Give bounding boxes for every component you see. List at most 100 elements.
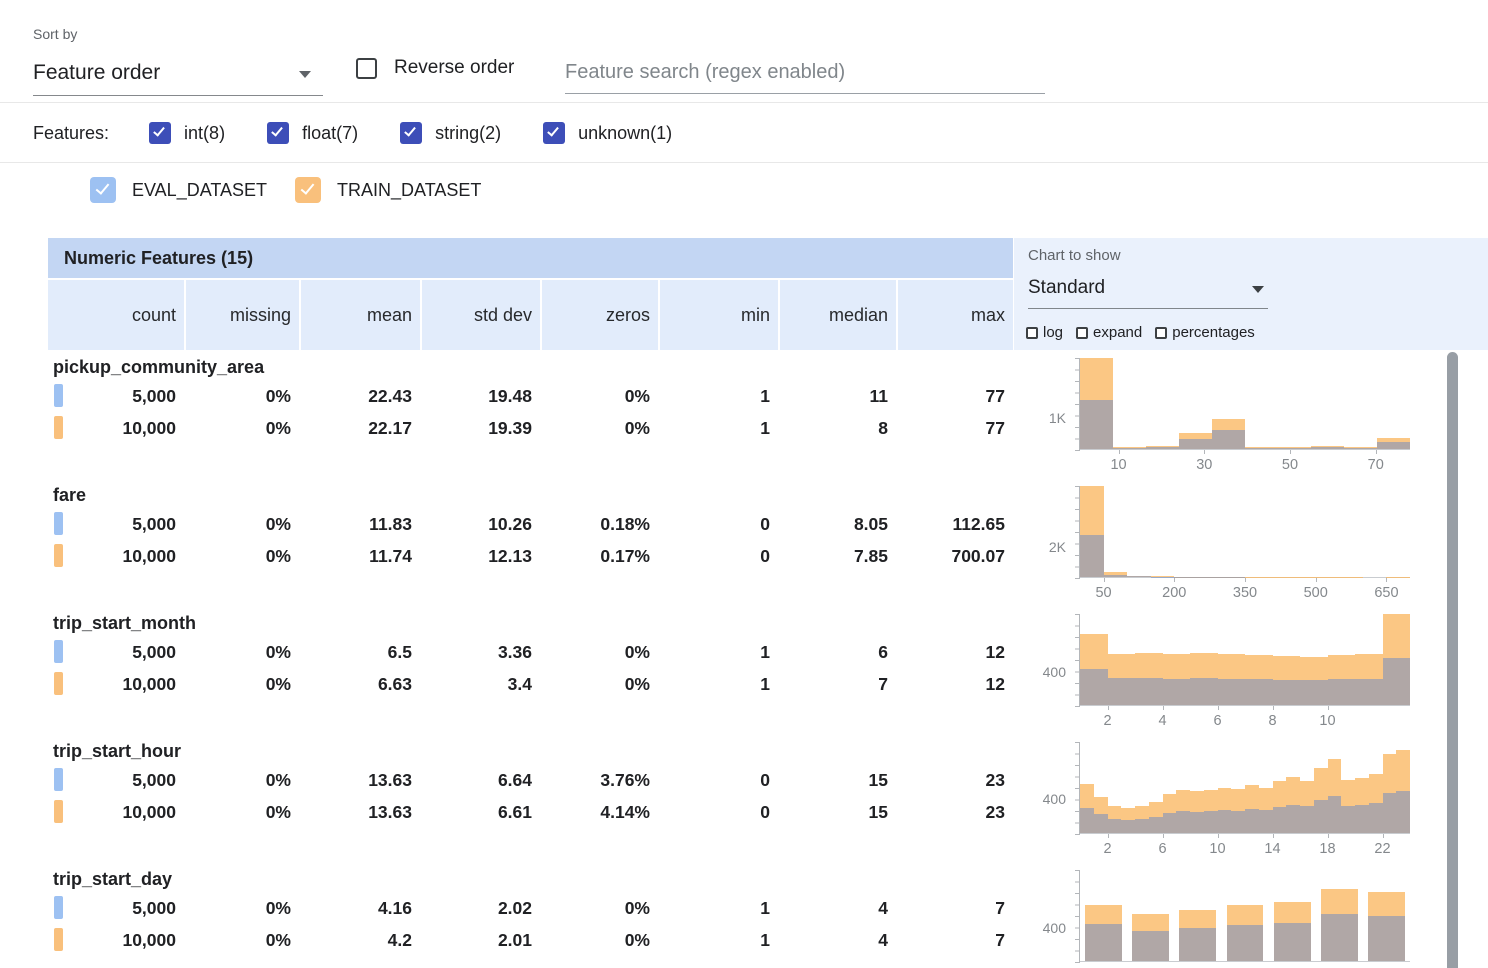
sort-by-dropdown[interactable]: Feature order [33, 54, 323, 96]
cell-max: 7 [896, 892, 1013, 924]
chart-option-expand[interactable]: expand [1076, 324, 1142, 341]
x-axis-tick-label: 10 [1319, 713, 1335, 729]
stat-value: 12 [986, 642, 1005, 663]
histogram-bar [1396, 791, 1410, 833]
stat-value: 112.65 [952, 514, 1005, 535]
stat-value: 4.16 [378, 898, 412, 919]
cell-min: 1 [658, 636, 778, 668]
histogram-bar [1108, 819, 1122, 833]
x-axis-tick-label: 18 [1319, 841, 1335, 857]
cell-missing: 0% [184, 796, 299, 828]
dataset-toggle-eval[interactable]: EVAL_DATASET [90, 177, 267, 203]
stat-row-eval: 5,0000%22.4319.480%11177 [48, 380, 1013, 412]
histogram-trip_start_day: 400 [1014, 862, 1460, 968]
column-header-count: count [48, 280, 184, 350]
cell-count: 5,000 [48, 380, 184, 412]
feature-block-fare: fare5,0000%11.8310.260.18%08.05112.6510,… [48, 478, 1013, 606]
cell-mean: 6.5 [299, 636, 420, 668]
x-axis-tick-label: 10 [1209, 841, 1225, 857]
feature-type-filter-string[interactable]: string(2) [400, 122, 501, 144]
feature-type-filter-float[interactable]: float(7) [267, 122, 358, 144]
histogram-bar [1341, 806, 1355, 833]
histogram-bar [1085, 924, 1122, 961]
chevron-down-icon [1252, 286, 1264, 293]
cell-missing: 0% [184, 924, 299, 956]
histogram-bar [1080, 400, 1113, 449]
chart-option-log[interactable]: log [1026, 324, 1063, 341]
cell-min: 0 [658, 764, 778, 796]
histogram-bar [1149, 817, 1163, 833]
stat-value: 5,000 [132, 514, 176, 535]
x-axis-tick-label: 14 [1264, 841, 1280, 857]
histogram-bar [1080, 669, 1108, 705]
histogram-bar [1311, 447, 1344, 449]
stat-value: 11.74 [369, 546, 412, 567]
feature-search-input[interactable] [565, 52, 1045, 94]
cell-max: 77 [896, 380, 1013, 412]
reverse-order-checkbox[interactable] [356, 58, 377, 79]
stat-row-eval: 5,0000%11.8310.260.18%08.05112.65 [48, 508, 1013, 540]
stat-value: 19.39 [488, 418, 532, 439]
cell-count: 5,000 [48, 636, 184, 668]
x-axis-tick [1174, 578, 1175, 582]
histogram-bar [1355, 805, 1369, 833]
eval-dataset-marker [54, 896, 63, 919]
stat-value: 11 [870, 386, 889, 407]
stat-value: 6 [878, 642, 888, 663]
x-axis-labels: 10305070 [1080, 457, 1410, 475]
stat-value: 10,000 [122, 546, 176, 567]
x-axis-tick-label: 8 [1268, 713, 1276, 729]
histogram-bar [1176, 811, 1190, 833]
x-axis-tick-label: 650 [1374, 585, 1398, 601]
stat-value: 77 [986, 418, 1005, 439]
histogram-bar [1321, 914, 1358, 961]
histogram-bar [1328, 796, 1342, 833]
cell-median: 11 [778, 380, 896, 412]
cell-mean: 22.43 [299, 380, 420, 412]
x-axis-tick-label: 350 [1233, 585, 1257, 601]
checked-checkbox-icon [267, 122, 289, 144]
stat-value: 1 [760, 642, 770, 663]
stat-row-train: 10,0000%13.636.614.14%01523 [48, 796, 1013, 828]
cell-zeros: 0% [540, 924, 658, 956]
cell-min: 1 [658, 924, 778, 956]
eval-dataset-marker [54, 384, 63, 407]
stat-value: 1 [760, 898, 770, 919]
stat-value: 4.14% [600, 802, 650, 823]
feature-name: trip_start_hour [48, 734, 1013, 764]
cell-max: 77 [896, 412, 1013, 444]
histogram-bar [1245, 679, 1273, 705]
x-axis-tick-label: 50 [1282, 457, 1298, 473]
stat-value: 0 [760, 514, 770, 535]
dataset-toggle-train[interactable]: TRAIN_DATASET [295, 177, 481, 203]
numeric-features-table-body: pickup_community_area5,0000%22.4319.480%… [48, 350, 1013, 968]
feature-type-filter-unknown[interactable]: unknown(1) [543, 122, 672, 144]
chart-option-toggles: log expand percentages [1026, 324, 1255, 341]
x-axis-tick-label: 6 [1213, 713, 1221, 729]
stat-row-train: 10,0000%6.633.40%1712 [48, 668, 1013, 700]
checked-checkbox-icon [543, 122, 565, 144]
stat-value: 13.63 [368, 770, 412, 791]
cell-max: 12 [896, 636, 1013, 668]
chart-option-label: log [1043, 324, 1063, 341]
histogram-trip_start_hour: 4002610141822 [1014, 734, 1460, 862]
chart-type-dropdown[interactable]: Standard [1028, 271, 1268, 309]
cell-median: 7 [778, 668, 896, 700]
histogram-bar [1204, 811, 1218, 833]
cell-count: 10,000 [48, 540, 184, 572]
x-axis-tick-label: 6 [1158, 841, 1166, 857]
stat-value: 0% [266, 418, 291, 439]
stat-value: 23 [986, 770, 1005, 791]
vertical-scrollbar[interactable] [1447, 352, 1458, 968]
plot-area [1080, 358, 1410, 450]
chart-option-percentages[interactable]: percentages [1155, 324, 1255, 341]
stat-value: 0% [266, 386, 291, 407]
feature-type-filter-int[interactable]: int(8) [149, 122, 225, 144]
histogram-bar [1328, 679, 1356, 705]
stat-value: 0 [760, 546, 770, 567]
chart-type-value: Standard [1028, 277, 1105, 299]
stat-value: 1 [760, 674, 770, 695]
reverse-order-control[interactable]: Reverse order [356, 57, 514, 79]
stat-value: 10,000 [122, 930, 176, 951]
histogram-bar [1113, 448, 1146, 449]
